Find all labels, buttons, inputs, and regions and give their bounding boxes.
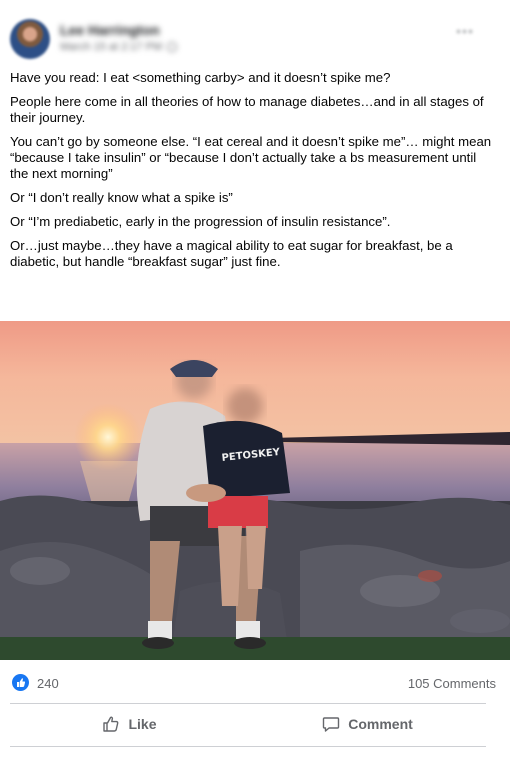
post-paragraph: Or “I’m prediabetic, early in the progre… xyxy=(10,214,391,229)
post-meta: March 15 at 2:17 PM xyxy=(60,40,178,54)
post-paragraph: Or…just maybe…they have a magical abilit… xyxy=(10,238,453,269)
post-stats: 240 105 Comments xyxy=(0,666,510,702)
post-paragraph: People here come in all theories of how … xyxy=(10,94,484,125)
like-count[interactable]: 240 xyxy=(37,676,59,691)
post-paragraph: Or “I don’t really know what a spike is” xyxy=(10,190,233,205)
post-body: Have you read: I eat <something carby> a… xyxy=(10,70,496,278)
post-paragraph: Have you read: I eat <something carby> a… xyxy=(10,70,391,85)
post-header: Lee Harrington March 15 at 2:17 PM xyxy=(0,0,510,64)
thumbs-up-icon xyxy=(101,714,121,734)
blurred-face-child xyxy=(227,388,263,424)
comment-label: Comment xyxy=(348,716,413,732)
like-button[interactable]: Like xyxy=(10,704,248,744)
comments-count[interactable]: 105 Comments xyxy=(408,676,496,691)
comment-icon xyxy=(321,714,341,734)
post-photo[interactable]: PETOSKEY xyxy=(0,321,510,660)
sunset xyxy=(74,403,142,471)
comment-button[interactable]: Comment xyxy=(248,704,486,744)
post-timestamp[interactable]: March 15 at 2:17 PM xyxy=(60,41,162,53)
more-options-icon[interactable] xyxy=(457,30,472,33)
thumbs-up-icon[interactable] xyxy=(12,674,29,691)
author-name[interactable]: Lee Harrington xyxy=(60,22,160,38)
avatar[interactable] xyxy=(10,19,50,59)
divider xyxy=(10,746,486,747)
globe-icon xyxy=(167,42,178,52)
post-paragraph: You can’t go by someone else. “I eat cer… xyxy=(10,134,492,181)
post-actions: Like Comment xyxy=(10,704,486,744)
like-label: Like xyxy=(128,716,157,732)
